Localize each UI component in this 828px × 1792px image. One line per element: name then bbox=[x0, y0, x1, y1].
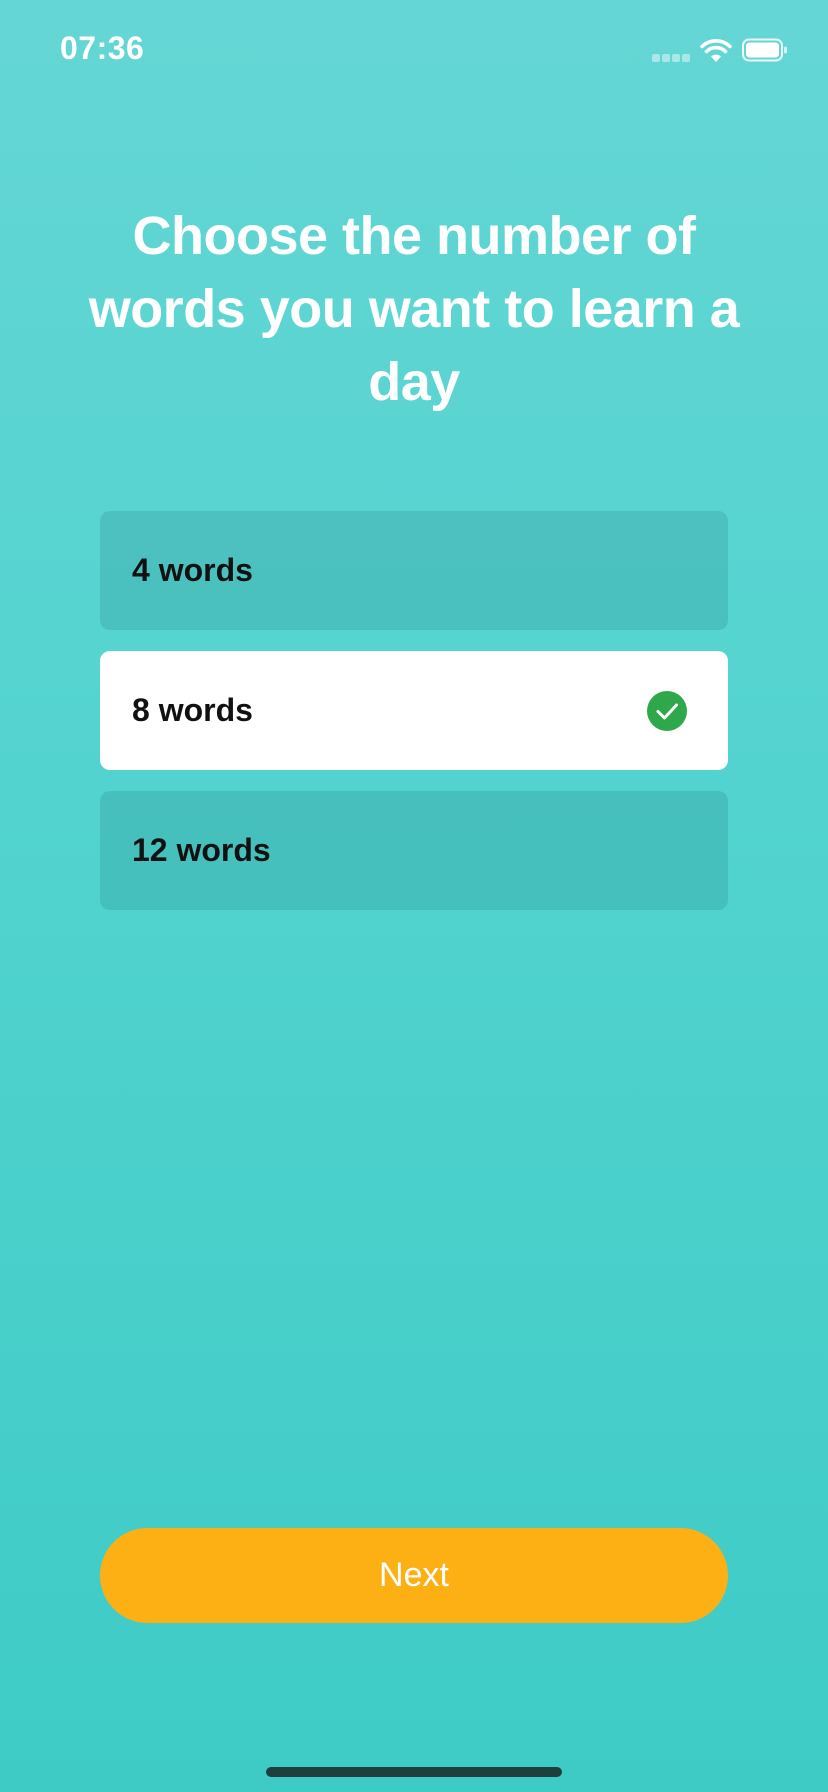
cellular-signal-icon bbox=[652, 54, 690, 64]
home-indicator[interactable] bbox=[266, 1767, 562, 1777]
status-time: 07:36 bbox=[60, 30, 145, 66]
next-button[interactable]: Next bbox=[100, 1528, 728, 1623]
option-12-words[interactable]: 12 words bbox=[100, 791, 728, 910]
option-label: 8 words bbox=[132, 692, 253, 728]
battery-icon bbox=[742, 38, 787, 62]
page-title: Choose the number of words you want to l… bbox=[88, 206, 740, 412]
option-8-words[interactable]: 8 words bbox=[100, 651, 728, 770]
onboarding-screen: 07:36 Choose the number of words you wan… bbox=[0, 0, 828, 1792]
word-count-options: 4 words 8 words 12 words bbox=[100, 511, 728, 931]
option-label: 12 words bbox=[132, 832, 271, 868]
option-4-words[interactable]: 4 words bbox=[100, 511, 728, 630]
wifi-icon bbox=[700, 39, 732, 62]
check-circle-icon bbox=[647, 691, 687, 731]
status-bar: 07:36 bbox=[0, 0, 828, 100]
option-label: 4 words bbox=[132, 552, 253, 588]
